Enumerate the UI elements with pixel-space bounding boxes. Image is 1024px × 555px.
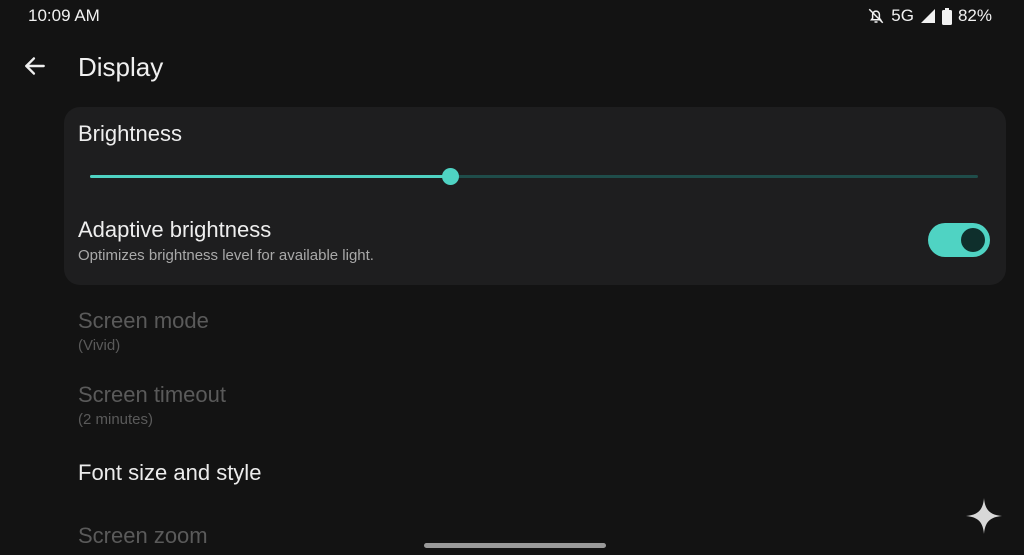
screen-mode-value: (Vivid)	[78, 337, 121, 354]
sparkle-icon	[964, 498, 1004, 540]
screen-timeout-item[interactable]: Screen timeout	[78, 382, 226, 408]
adaptive-brightness-toggle[interactable]	[928, 223, 990, 257]
battery-level: 82%	[957, 6, 992, 25]
back-button[interactable]	[20, 53, 50, 83]
toggle-knob	[961, 228, 985, 252]
slider-fill	[90, 175, 450, 178]
screen-zoom-item[interactable]: Screen zoom	[78, 523, 208, 549]
status-time: 10:09 AM	[28, 6, 100, 25]
assistant-button[interactable]	[964, 496, 1004, 536]
network-type: 5G	[891, 6, 914, 25]
font-size-style-item[interactable]: Font size and style	[78, 460, 261, 486]
adaptive-brightness-subtitle: Optimizes brightness level for available…	[78, 247, 374, 264]
brightness-card: Brightness Adaptive brightness Optimizes…	[64, 107, 1006, 285]
page-title: Display	[78, 52, 164, 82]
navigation-handle[interactable]	[424, 543, 606, 548]
screen-mode-item[interactable]: Screen mode	[78, 308, 209, 334]
brightness-heading: Brightness	[78, 121, 182, 146]
arrow-left-icon	[22, 53, 48, 84]
status-icons: 5G 82%	[867, 6, 992, 26]
brightness-slider[interactable]	[90, 168, 978, 185]
signal-icon	[920, 8, 936, 24]
bell-off-icon	[867, 7, 885, 25]
adaptive-brightness-title: Adaptive brightness	[78, 217, 272, 242]
slider-thumb[interactable]	[441, 168, 459, 185]
screen-timeout-value: (2 minutes)	[78, 411, 154, 428]
battery-icon	[941, 7, 952, 25]
